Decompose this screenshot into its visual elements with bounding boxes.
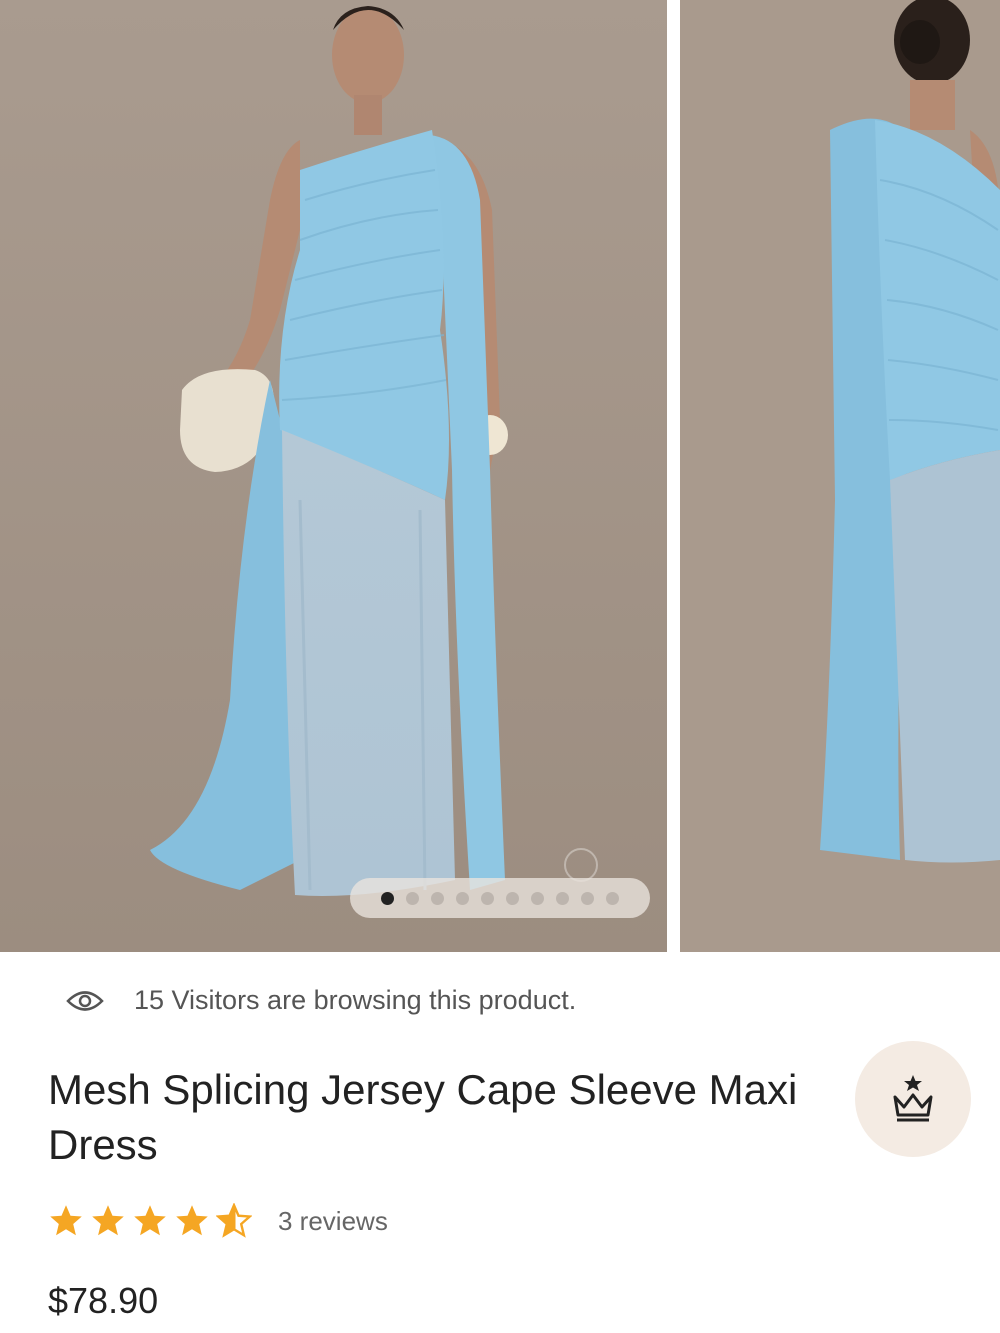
star-half-icon xyxy=(216,1203,252,1238)
gallery-dot-9[interactable] xyxy=(581,891,594,905)
gallery-dot-5[interactable] xyxy=(481,891,494,905)
gallery-dot-1[interactable] xyxy=(381,891,394,905)
gallery-dot-4[interactable] xyxy=(456,891,469,905)
gallery-pagination[interactable] xyxy=(350,878,650,918)
product-rating[interactable]: 3 reviews xyxy=(48,1203,388,1239)
rewards-crown-button[interactable] xyxy=(855,1041,971,1157)
product-photo-front xyxy=(0,0,667,952)
product-image-front[interactable] xyxy=(0,0,667,952)
product-photo-back xyxy=(680,0,1000,952)
gallery-dot-6[interactable] xyxy=(506,891,519,905)
product-title: Mesh Splicing Jersey Cape Sleeve Maxi Dr… xyxy=(48,1066,798,1168)
product-image-gallery[interactable] xyxy=(0,0,1000,952)
gallery-dot-8[interactable] xyxy=(556,891,569,905)
eye-icon xyxy=(66,990,104,1011)
zoom-indicator xyxy=(564,848,598,882)
star-icon-3 xyxy=(134,1205,166,1236)
gallery-dot-2[interactable] xyxy=(406,891,419,905)
visitor-text: 15 Visitors are browsing this product. xyxy=(134,985,577,1015)
star-icon-2 xyxy=(92,1205,124,1236)
star-icon-1 xyxy=(50,1205,82,1236)
reviews-link[interactable]: 3 reviews xyxy=(278,1206,388,1237)
rating-stars xyxy=(48,1203,252,1239)
star-icon-4 xyxy=(176,1205,208,1236)
crown-icon xyxy=(893,1075,933,1122)
gallery-dot-3[interactable] xyxy=(431,891,444,905)
visitor-counter: 15 Visitors are browsing this product. xyxy=(66,985,576,1016)
gallery-dot-7[interactable] xyxy=(531,891,544,905)
gallery-dot-10[interactable] xyxy=(606,891,619,905)
product-image-back[interactable] xyxy=(680,0,1000,952)
product-price: $78.90 xyxy=(48,1280,159,1321)
